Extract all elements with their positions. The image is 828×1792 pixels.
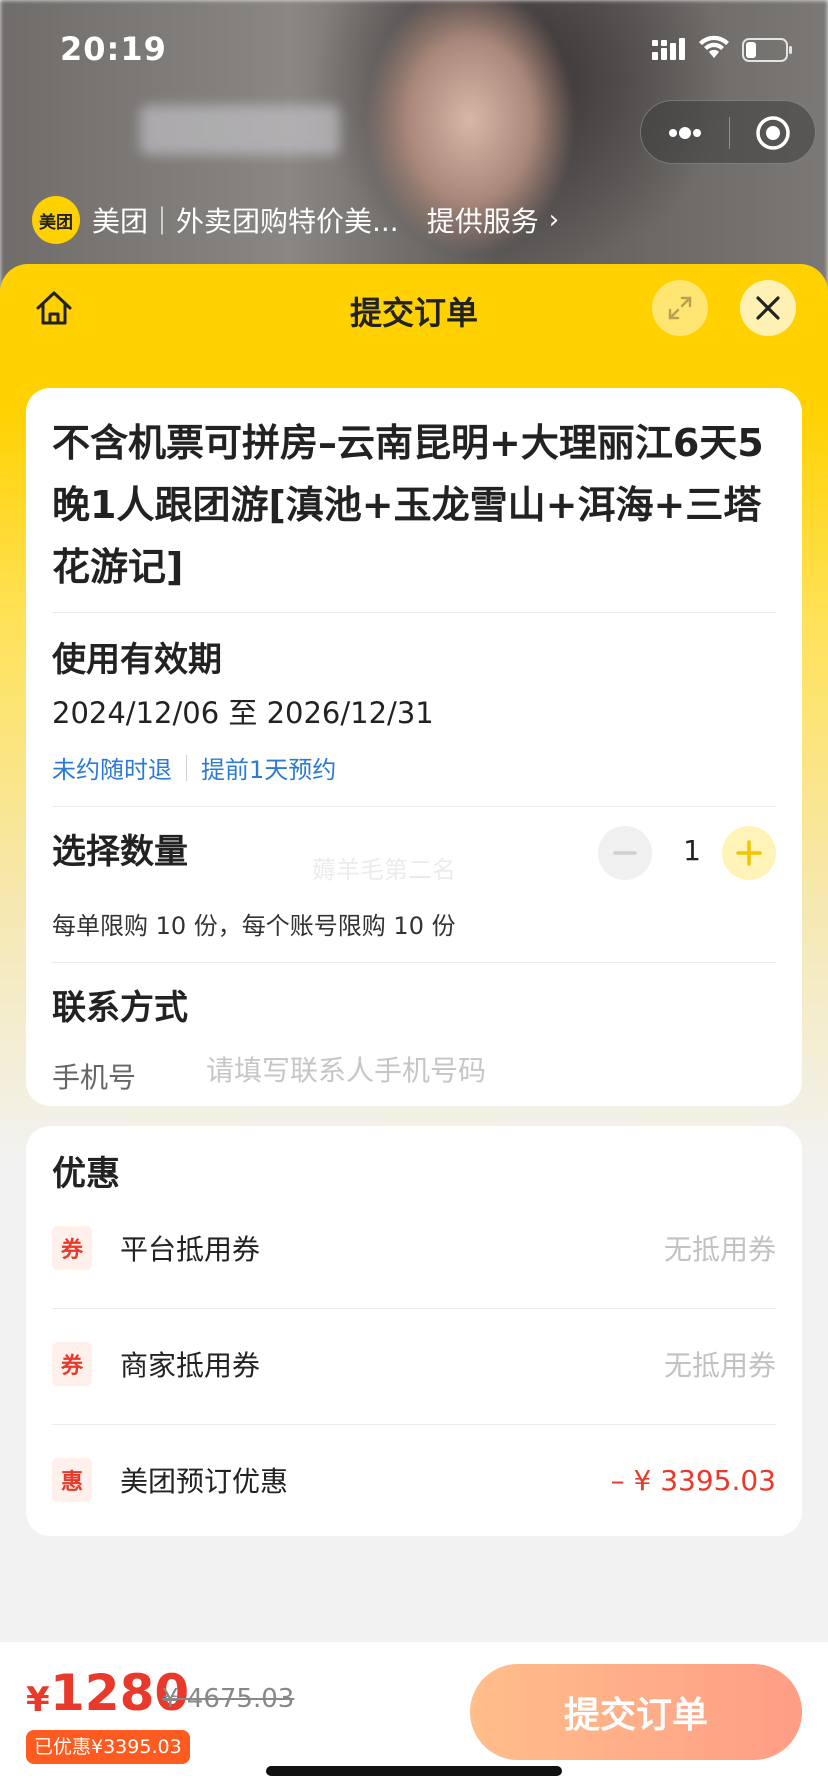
close-icon [756,296,780,320]
divider [52,1424,776,1425]
policy-separator [186,754,187,781]
policy-tag-refund: 未约随时退 [52,756,172,784]
quantity-value: 1 [683,834,701,867]
saved-amount-badge: 已优惠¥3395.03 [26,1730,190,1764]
sheet-header: 提交订单 [0,264,828,352]
discounts-card: 优惠 券 平台抵用券 无抵用券 券 商家抵用券 无抵用券 惠 美团预订优惠 – … [26,1126,802,1536]
contact-label: 联系方式 [52,988,188,1028]
provider-row[interactable]: 美团 美团｜外卖团购特价美... 提供服务 › [32,196,559,244]
phone-input[interactable] [206,1048,766,1092]
order-details-card: 不含机票可拼房–云南昆明+大理丽江6天5晚1人跟团游[滇池+玉龙雪山+洱海+三塔… [26,388,802,1106]
discount-badge: 惠 [52,1458,92,1502]
minus-icon [613,851,637,855]
background-sign [140,105,340,155]
discount-label: 平台抵用券 [120,1233,261,1266]
chevron-right-icon: › [548,205,560,235]
discount-row-merchant-coupon[interactable]: 券 商家抵用券 无抵用券 [52,1334,776,1394]
quantity-label: 选择数量 [52,832,188,872]
plus-icon [736,840,762,866]
discount-row-platform-coupon[interactable]: 券 平台抵用券 无抵用券 [52,1218,776,1278]
quantity-increase-button[interactable] [722,826,776,880]
status-time: 20:19 [60,30,167,68]
coupon-badge: 券 [52,1342,92,1386]
product-title: 不含机票可拼房–云南昆明+大理丽江6天5晚1人跟团游[滇池+玉龙雪山+洱海+三塔… [52,421,764,589]
watermark-text: 薅羊毛第二名 [312,856,456,884]
discount-row-booking-discount: 惠 美团预订优惠 – ¥ 3395.03 [52,1450,776,1510]
capsule-divider [729,117,730,149]
original-price: ¥ 4675.03 [162,1684,295,1714]
provider-logo: 美团 [32,196,80,244]
purchase-limit-text: 每单限购 10 份，每个账号限购 10 份 [52,912,456,940]
coupon-badge: 券 [52,1226,92,1270]
validity-dates: 2024/12/06 至 2026/12/31 [52,696,434,730]
provider-name: 美团｜外卖团购特价美... [92,205,399,238]
discounts-title: 优惠 [52,1154,120,1194]
divider [52,806,776,807]
policy-tags: 未约随时退 提前1天预约 [52,750,336,785]
discount-label: 美团预订优惠 [120,1465,289,1498]
policy-tag-reservation: 提前1天预约 [201,756,337,784]
signal-icon [652,38,685,60]
more-icon[interactable] [665,121,705,145]
quantity-decrease-button[interactable] [598,826,652,880]
validity-label: 使用有效期 [52,640,222,680]
wifi-icon [699,35,729,58]
close-button[interactable] [740,280,796,336]
phone-label: 手机号 [52,1061,137,1094]
order-sheet: 提交订单 不含机票可拼房–云南昆明+大理丽江6天5晚1人跟团游[滇池+玉龙雪山+… [0,264,828,1792]
status-bar: 20:19 [0,0,828,100]
divider [52,612,776,613]
discount-label: 商家抵用券 [120,1349,261,1382]
expand-button[interactable] [652,280,708,336]
provider-service-label: 提供服务 [426,205,539,238]
home-indicator [266,1766,562,1776]
discount-value: 无抵用券 [663,1349,776,1382]
expand-icon [668,296,692,320]
price-currency: ¥ [26,1680,50,1720]
discount-amount: – ¥ 3395.03 [610,1463,776,1497]
submit-order-button[interactable]: 提交订单 [470,1664,802,1760]
discount-value: 无抵用券 [663,1233,776,1266]
divider [52,1308,776,1309]
divider [52,962,776,963]
battery-icon [742,38,792,62]
miniprogram-capsule [640,100,816,164]
target-icon[interactable] [753,113,793,153]
